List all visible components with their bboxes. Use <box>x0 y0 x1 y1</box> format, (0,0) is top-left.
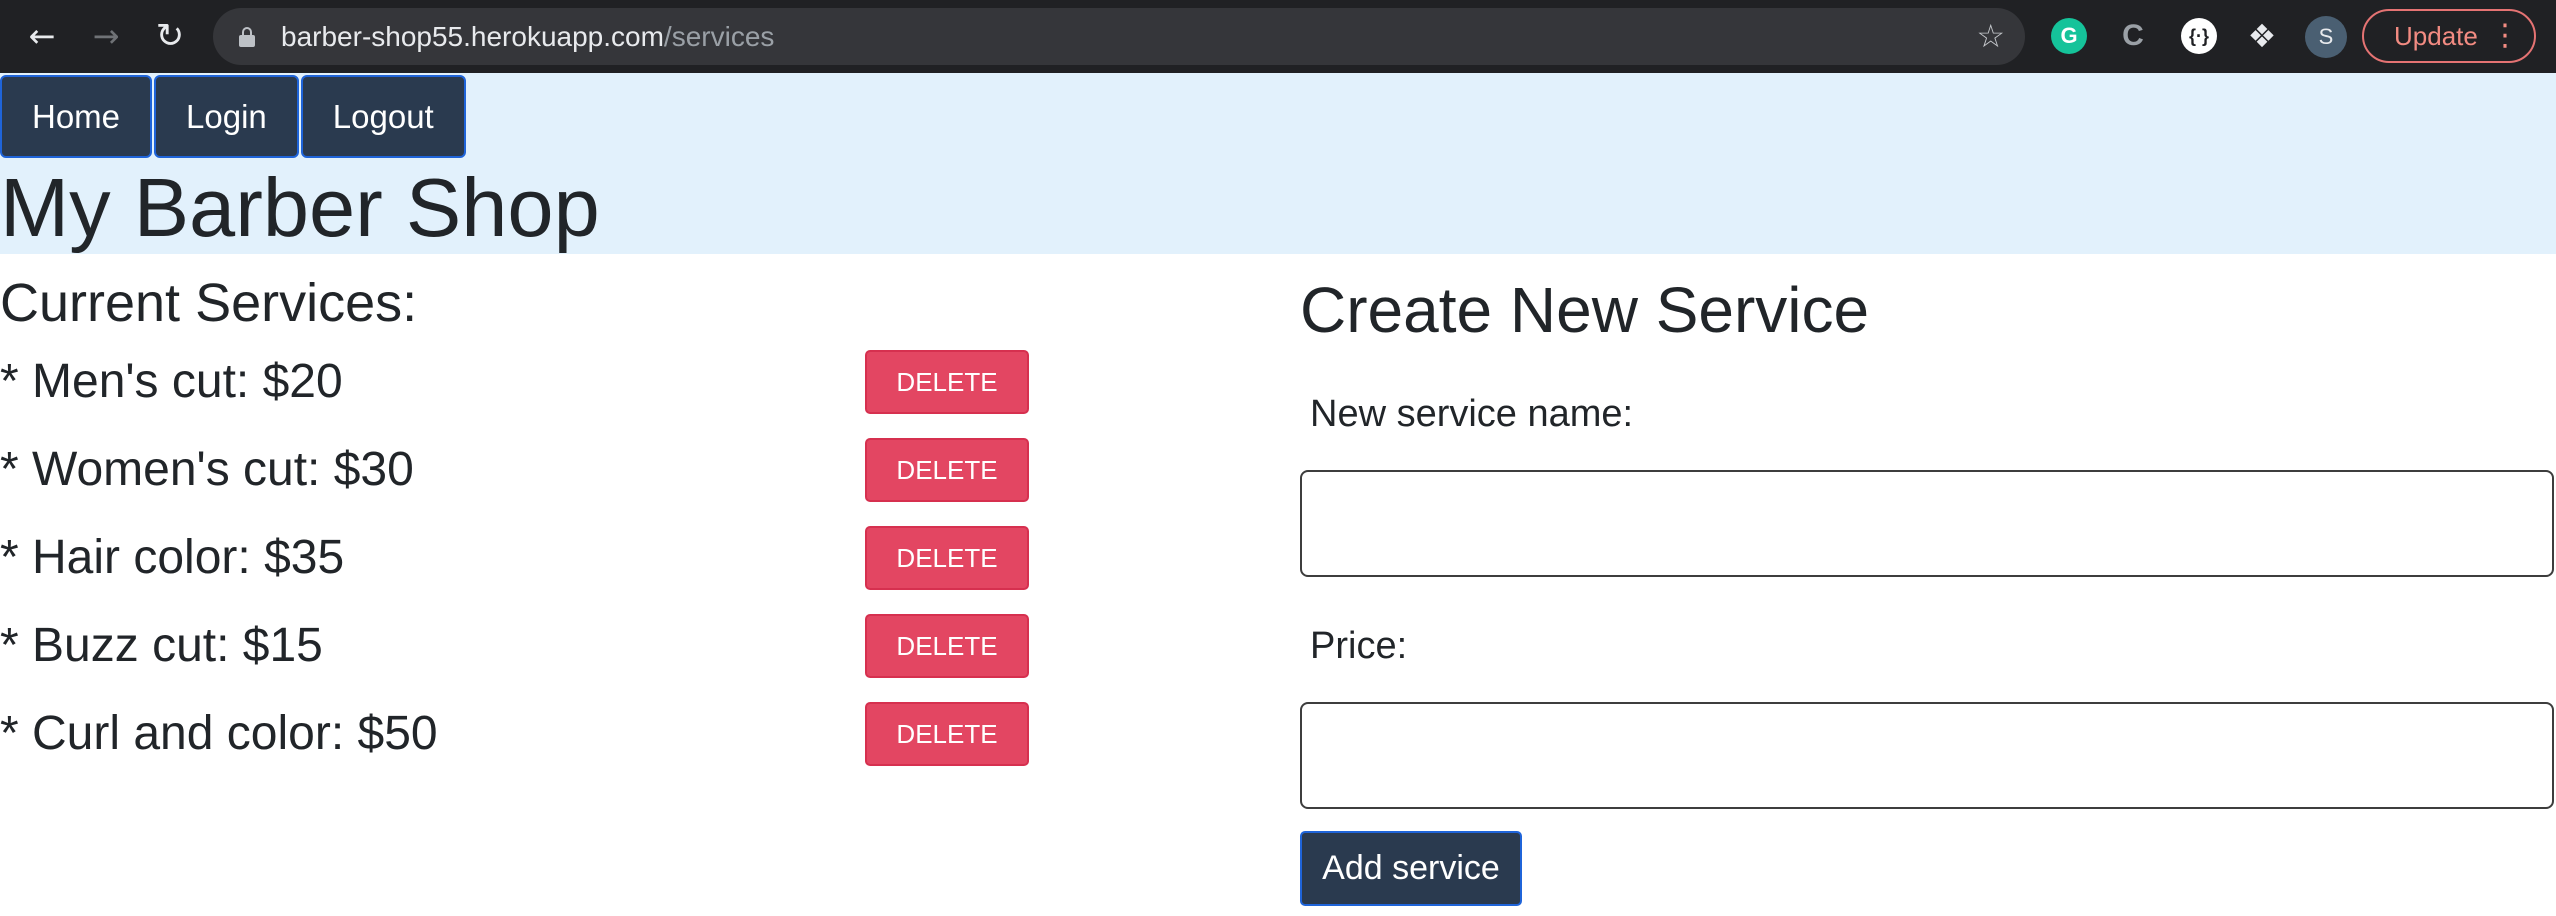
puzzle-icon[interactable]: ❖ <box>2244 18 2280 54</box>
url-host: barber-shop55.herokuapp.com <box>281 21 664 52</box>
delete-button[interactable]: DELETE <box>865 614 1029 678</box>
update-label: Update <box>2394 21 2478 51</box>
service-item: * Curl and color: $50 DELETE <box>0 701 1030 767</box>
create-service-heading: Create New Service <box>1300 274 1870 346</box>
service-item: * Women's cut: $30 DELETE <box>0 437 1030 503</box>
address-bar[interactable]: barber-shop55.herokuapp.com/services ☆ <box>213 8 2025 65</box>
service-name-label: New service name: <box>1310 393 1634 435</box>
price-input[interactable] <box>1300 702 2554 809</box>
service-label: * Hair color: $35 <box>0 531 345 584</box>
service-label: * Women's cut: $30 <box>0 443 414 496</box>
reload-icon[interactable]: ↻ <box>148 14 192 58</box>
update-button[interactable]: Update ⋮ <box>2362 9 2536 63</box>
site-navbar: Home Login Logout <box>0 75 468 158</box>
more-vert-icon[interactable]: ⋮ <box>2490 11 2520 61</box>
profile-avatar[interactable]: S <box>2305 16 2347 58</box>
grammarly-extension-icon[interactable]: G <box>2051 18 2087 54</box>
service-item: * Buzz cut: $15 DELETE <box>0 613 1030 679</box>
services-heading: Current Services: <box>0 273 418 333</box>
delete-button[interactable]: DELETE <box>865 350 1029 414</box>
delete-button[interactable]: DELETE <box>865 702 1029 766</box>
nav-logout-button[interactable]: Logout <box>300 75 466 158</box>
url-text[interactable]: barber-shop55.herokuapp.com/services <box>281 8 774 65</box>
service-label: * Men's cut: $20 <box>0 355 343 408</box>
lock-icon[interactable] <box>239 27 255 47</box>
add-service-button[interactable]: Add service <box>1300 831 1522 906</box>
page-title: My Barber Shop <box>0 161 600 254</box>
nav-login-button[interactable]: Login <box>154 75 299 158</box>
c-extension-icon[interactable]: C <box>2115 18 2151 54</box>
service-item: * Hair color: $35 DELETE <box>0 525 1030 591</box>
browser-toolbar: ← → ↻ barber-shop55.herokuapp.com/servic… <box>0 0 2556 73</box>
price-label: Price: <box>1310 625 1408 667</box>
url-path: /services <box>663 21 775 52</box>
back-icon[interactable]: ← <box>20 14 64 58</box>
delete-button[interactable]: DELETE <box>865 526 1029 590</box>
star-icon[interactable]: ☆ <box>1976 16 2005 56</box>
extension-icon[interactable]: {·} <box>2181 18 2217 54</box>
service-label: * Curl and color: $50 <box>0 707 438 760</box>
service-item: * Men's cut: $20 DELETE <box>0 349 1030 415</box>
forward-icon[interactable]: → <box>84 14 128 58</box>
nav-home-button[interactable]: Home <box>0 75 153 158</box>
service-name-input[interactable] <box>1300 470 2554 577</box>
delete-button[interactable]: DELETE <box>865 438 1029 502</box>
service-label: * Buzz cut: $15 <box>0 619 323 672</box>
